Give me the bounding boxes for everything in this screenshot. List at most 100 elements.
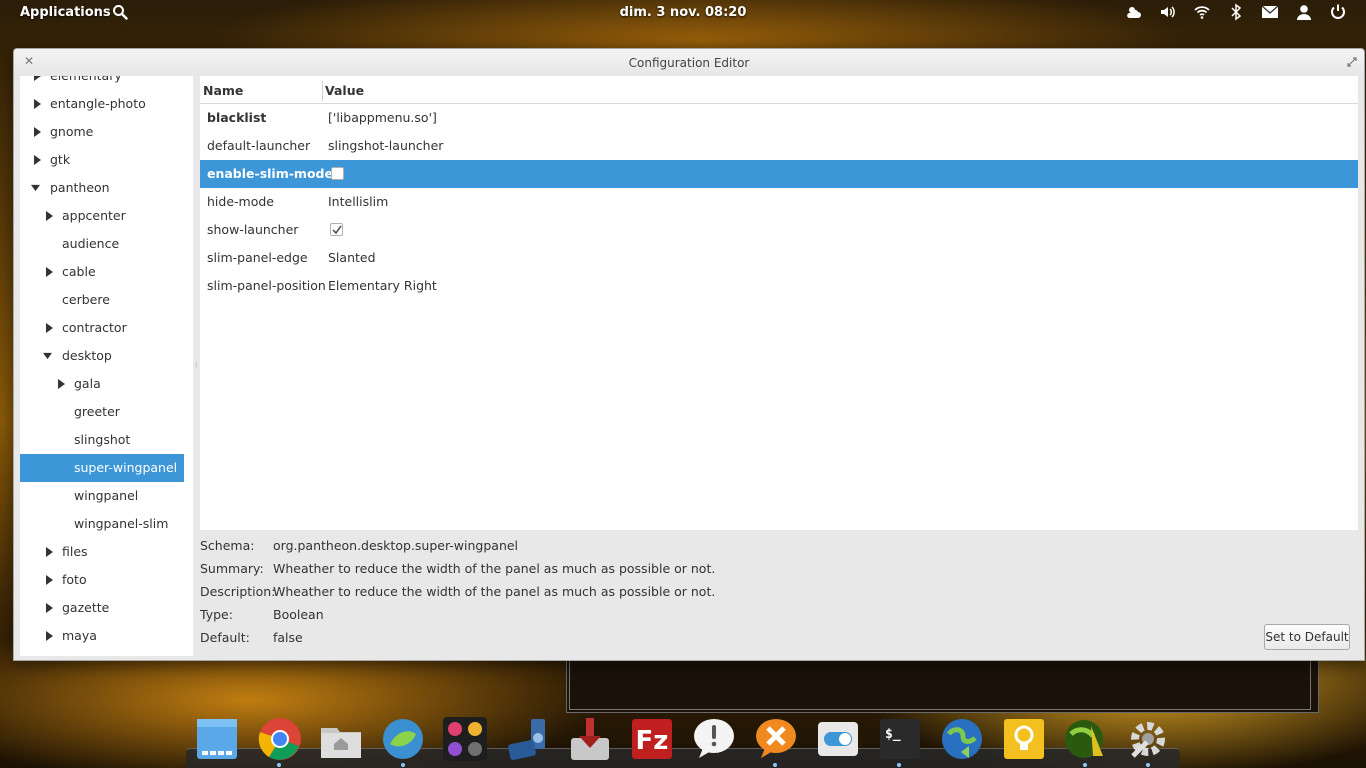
key-row-slim-panel-position[interactable]: slim-panel-position Elementary Right <box>200 272 1358 300</box>
wifi-icon[interactable] <box>1192 3 1212 21</box>
column-header: Name Value <box>200 76 1358 104</box>
expand-arrow-icon[interactable] <box>45 547 54 557</box>
bluetooth-icon[interactable] <box>1226 3 1246 21</box>
schema-tree[interactable]: elementary entangle-photo gnome gtk pant… <box>20 76 193 656</box>
key-list[interactable]: Name Value blacklist ['libappmenu.so'] d… <box>200 76 1358 530</box>
globe-sync-icon[interactable] <box>939 716 985 762</box>
running-indicator <box>277 763 281 767</box>
collapse-arrow-icon[interactable] <box>43 351 52 361</box>
tree-item-pantheon[interactable]: pantheon <box>20 174 184 202</box>
power-icon[interactable] <box>1328 3 1348 21</box>
key-value[interactable]: ['libappmenu.so'] <box>328 110 437 125</box>
tree-item-cerbere[interactable]: cerbere <box>20 286 184 314</box>
key-value[interactable]: Slanted <box>328 250 376 265</box>
titlebar[interactable]: ✕ Configuration Editor <box>14 49 1364 76</box>
collapse-arrow-icon[interactable] <box>31 183 40 193</box>
tree-item-super-wingpanel[interactable]: super-wingpanel <box>20 454 184 482</box>
key-value[interactable]: Elementary Right <box>328 278 437 293</box>
tree-item-contractor[interactable]: contractor <box>20 314 184 342</box>
tree-item-files[interactable]: files <box>20 538 184 566</box>
key-row-default-launcher[interactable]: default-launcher slingshot-launcher <box>200 132 1358 160</box>
switchboard-toggle-icon[interactable] <box>815 716 861 762</box>
set-to-default-button[interactable]: Set to Default <box>1264 624 1350 650</box>
tree-item-label: files <box>62 544 88 559</box>
expand-arrow-icon[interactable] <box>57 379 66 389</box>
clock[interactable]: dim. 3 nov. 08:20 <box>620 5 747 20</box>
tree-item-gala[interactable]: gala <box>20 370 184 398</box>
key-row-slim-panel-edge[interactable]: slim-panel-edge Slanted <box>200 244 1358 272</box>
expand-arrow-icon[interactable] <box>33 99 42 109</box>
enable-slim-mode-checkbox[interactable] <box>331 167 344 180</box>
tree-item-appcenter[interactable]: appcenter <box>20 202 184 230</box>
audio-player-icon[interactable] <box>505 716 551 762</box>
top-panel: Applications dim. 3 nov. 08:20 <box>0 0 1366 25</box>
tree-item-label: pantheon <box>50 180 110 195</box>
tree-item-label: gnome <box>50 124 94 139</box>
tree-item-entangle-photo[interactable]: entangle-photo <box>20 90 184 118</box>
window-title: Configuration Editor <box>628 56 750 70</box>
crossover-icon[interactable] <box>753 716 799 762</box>
expand-arrow-icon[interactable] <box>45 575 54 585</box>
tree-item-wingpanel-slim[interactable]: wingpanel-slim <box>20 510 184 538</box>
tree-item-elementary[interactable]: elementary <box>20 76 184 90</box>
tree-item-gnome[interactable]: gnome <box>20 118 184 146</box>
expand-arrow-icon[interactable] <box>45 631 54 641</box>
tree-item-audience[interactable]: audience <box>20 230 184 258</box>
files-app-icon[interactable] <box>194 716 240 762</box>
key-row-hide-mode[interactable]: hide-mode Intellislim <box>200 188 1358 216</box>
tree-item-label: appcenter <box>62 208 126 223</box>
search-icon[interactable] <box>112 4 128 20</box>
filezilla-icon[interactable]: Fz <box>629 716 675 762</box>
background-window <box>566 661 1319 713</box>
tree-item-label: wingpanel <box>74 488 139 503</box>
tree-item-label: gtk <box>50 152 71 167</box>
configuration-editor-icon[interactable] <box>1125 716 1171 762</box>
column-header-name[interactable]: Name <box>203 83 243 98</box>
detail-label: Type: <box>200 607 233 622</box>
expand-arrow-icon[interactable] <box>45 323 54 333</box>
maximize-button[interactable] <box>1346 56 1358 68</box>
expand-arrow-icon[interactable] <box>33 127 42 137</box>
tree-item-foto[interactable]: foto <box>20 566 184 594</box>
weather-icon[interactable] <box>1124 3 1144 21</box>
expand-arrow-icon[interactable] <box>45 211 54 221</box>
expand-arrow-icon[interactable] <box>45 267 54 277</box>
mail-icon[interactable] <box>1260 3 1280 21</box>
show-launcher-checkbox[interactable] <box>330 223 343 236</box>
tree-item-label: entangle-photo <box>50 96 146 111</box>
key-row-enable-slim-mode[interactable]: enable-slim-mode <box>200 160 1358 188</box>
photo-viewer-icon[interactable] <box>442 716 488 762</box>
expand-arrow-icon[interactable] <box>33 155 42 165</box>
key-name: blacklist <box>207 110 267 125</box>
tree-item-maya[interactable]: maya <box>20 622 184 650</box>
column-header-value[interactable]: Value <box>325 83 364 98</box>
midori-browser-icon[interactable] <box>380 716 426 762</box>
tree-item-gazette[interactable]: gazette <box>20 594 184 622</box>
home-folder-icon[interactable] <box>318 716 364 762</box>
download-manager-icon[interactable] <box>567 716 613 762</box>
tree-item-cable[interactable]: cable <box>20 258 184 286</box>
tree-item-wingpanel[interactable]: wingpanel <box>20 482 184 510</box>
tree-item-desktop[interactable]: desktop <box>20 342 184 370</box>
tree-item-slingshot[interactable]: slingshot <box>20 426 184 454</box>
detail-value: false <box>273 630 303 645</box>
key-row-show-launcher[interactable]: show-launcher <box>200 216 1358 244</box>
key-value[interactable]: slingshot-launcher <box>328 138 443 153</box>
expand-arrow-icon[interactable] <box>45 603 54 613</box>
key-name: enable-slim-mode <box>207 166 333 181</box>
chrome-icon[interactable] <box>257 716 303 762</box>
applications-menu[interactable]: Applications <box>20 5 111 20</box>
tree-item-greeter[interactable]: greeter <box>20 398 184 426</box>
system-tray <box>1124 3 1348 21</box>
key-value[interactable]: Intellislim <box>328 194 388 209</box>
volume-icon[interactable] <box>1158 3 1178 21</box>
shotwell-icon[interactable] <box>1063 716 1109 762</box>
tree-item-gtk[interactable]: gtk <box>20 146 184 174</box>
svg-text:$_: $_ <box>885 727 901 742</box>
key-row-blacklist[interactable]: blacklist ['libappmenu.so'] <box>200 104 1358 132</box>
expand-arrow-icon[interactable] <box>33 76 42 81</box>
pidgin-icon[interactable] <box>691 716 737 762</box>
user-icon[interactable] <box>1294 3 1314 21</box>
tips-bulb-icon[interactable] <box>1001 716 1047 762</box>
terminal-icon[interactable]: $_ <box>877 716 923 762</box>
